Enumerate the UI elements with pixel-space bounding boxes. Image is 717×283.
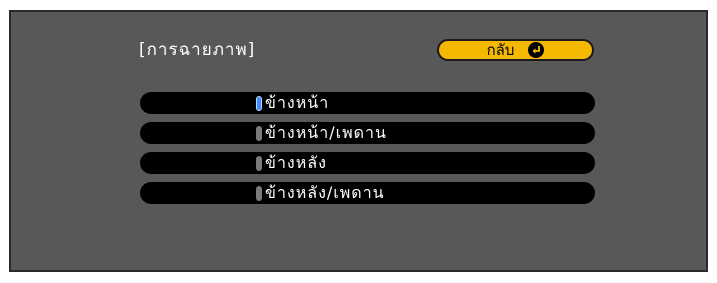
option-label: ข้างหน้า/เพดาน [265, 123, 387, 142]
option-rear-ceiling[interactable]: ข้างหลัง/เพดาน [140, 182, 595, 204]
projection-menu-screen: [การฉายภาพ] กลับ ข้างหน้า ข้างหน้า/เพดาน… [9, 10, 708, 272]
option-label: ข้างหลัง [265, 153, 327, 172]
enter-return-icon [528, 42, 545, 58]
back-button-label: กลับ [486, 41, 515, 59]
option-front-ceiling[interactable]: ข้างหน้า/เพดาน [140, 122, 595, 144]
back-button[interactable]: กลับ [437, 39, 594, 61]
radio-unselected-icon [256, 156, 262, 171]
option-rear[interactable]: ข้างหลัง [140, 152, 595, 174]
radio-selected-icon [256, 96, 262, 111]
radio-unselected-icon [256, 186, 262, 201]
option-label: ข้างหน้า [265, 93, 330, 112]
option-label: ข้างหลัง/เพดาน [265, 183, 385, 202]
menu-title: [การฉายภาพ] [139, 40, 256, 60]
option-front[interactable]: ข้างหน้า [140, 92, 595, 114]
projection-options-list: ข้างหน้า ข้างหน้า/เพดาน ข้างหลัง ข้างหลั… [140, 92, 595, 204]
radio-unselected-icon [256, 126, 262, 141]
